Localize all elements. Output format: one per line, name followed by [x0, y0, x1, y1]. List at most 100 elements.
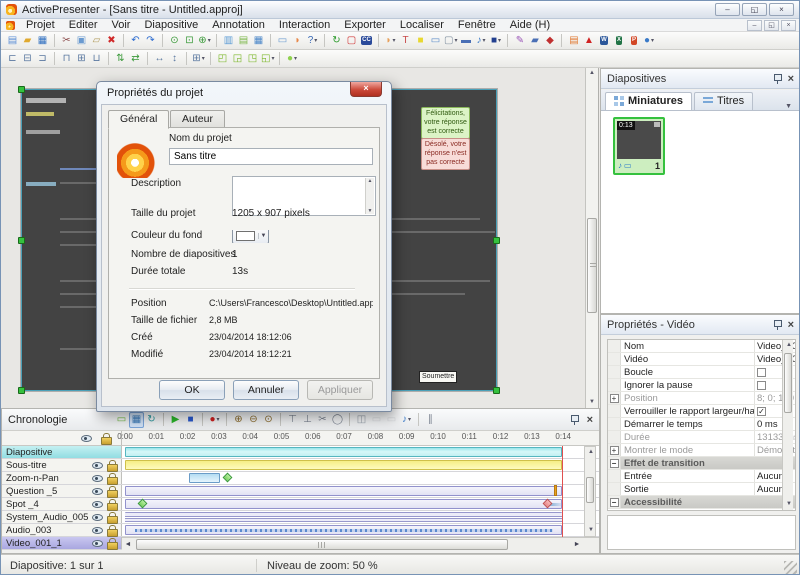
expander-icon[interactable]: +	[609, 445, 619, 455]
save-project-button[interactable]: ▦	[35, 33, 50, 49]
quality-button[interactable]: ● ▾	[284, 51, 299, 67]
export-powerpoint-button[interactable]: P	[626, 33, 641, 49]
timeline-marker-tick[interactable]	[553, 485, 557, 496]
align-top-button[interactable]: ⊓	[59, 51, 74, 67]
slide-style-dropdown-arrow[interactable]: ▾	[498, 37, 501, 44]
track-lane[interactable]	[122, 446, 599, 458]
pin-icon[interactable]	[773, 73, 782, 84]
timeline-object-bar[interactable]	[125, 512, 562, 523]
preview-browser-button[interactable]: ● ▾	[641, 33, 656, 49]
paste-button[interactable]: ▱	[89, 33, 104, 49]
pane-menu-arrow-icon[interactable]: ▼	[781, 103, 796, 110]
menu-fen-tre[interactable]: Fenêtre	[451, 19, 503, 31]
visibility-toggle-icon[interactable]	[92, 539, 103, 548]
lock-toggle-icon[interactable]	[107, 511, 118, 524]
visibility-toggle-icon[interactable]	[92, 461, 103, 470]
expander-icon[interactable]: −	[609, 458, 619, 468]
delete-button[interactable]: ✖	[104, 33, 119, 49]
insert-image-box-button[interactable]: ▭	[428, 33, 443, 49]
slide-preview-button[interactable]: ▭	[114, 412, 129, 428]
recapture-button[interactable]: ↻	[329, 33, 344, 49]
scroll-down-icon[interactable]: ▼	[783, 499, 795, 510]
timeline-object-bar[interactable]	[125, 460, 562, 470]
selection-handle[interactable]	[18, 86, 25, 93]
package-export-button[interactable]: ◆	[542, 33, 557, 49]
scroll-down-icon[interactable]: ▼	[585, 525, 597, 536]
split-video-button[interactable]: ∥	[423, 412, 438, 428]
same-size-dropdown-arrow[interactable]: ▾	[202, 55, 205, 62]
record-slide-button[interactable]: ▦	[251, 33, 266, 49]
insert-audio-track-button[interactable]: ♪ ▾	[399, 412, 414, 428]
insert-callout-dropdown-arrow[interactable]: ▾	[393, 37, 396, 44]
menu-aide-h[interactable]: Aide (H)	[503, 19, 557, 31]
visibility-toggle-icon[interactable]	[92, 500, 103, 509]
scroll-up-icon[interactable]: ▲	[585, 447, 597, 458]
restore-button[interactable]: ◱	[742, 3, 767, 16]
timeline-ruler[interactable]: 0:00 0:01 0:02 0:03 0:04 0:05 0:06 0:07 0:08 0:09…	[2, 431, 599, 446]
help-button[interactable]: ? ▾	[305, 33, 320, 49]
menu-annotation[interactable]: Annotation	[205, 19, 272, 31]
selection-handle[interactable]	[493, 387, 500, 394]
property-row-nom[interactable]: NomVideo_001_1	[608, 340, 795, 353]
menu-editer[interactable]: Editer	[62, 19, 105, 31]
delete-range-button[interactable]: ▭	[369, 412, 384, 428]
selection-handle[interactable]	[18, 237, 25, 244]
track-lane[interactable]	[122, 459, 599, 471]
lock-toggle-icon[interactable]	[107, 537, 118, 550]
expander-icon[interactable]: −	[609, 497, 619, 507]
undo-button[interactable]: ↶	[128, 33, 143, 49]
track-lane[interactable]	[122, 485, 599, 497]
selection-handle[interactable]	[493, 237, 500, 244]
preview-browser-dropdown-arrow[interactable]: ▾	[651, 37, 654, 44]
align-bottom-button[interactable]: ⊔	[89, 51, 104, 67]
scrollbar-thumb[interactable]	[586, 477, 594, 503]
property-row-d-marrer-le-temps[interactable]: Démarrer le temps 0 ms	[608, 418, 795, 431]
property-row-boucle[interactable]: Boucle	[608, 366, 795, 379]
expander-icon[interactable]: +	[609, 393, 619, 403]
insert-highlight-button[interactable]: ■	[413, 33, 428, 49]
menu-localiser[interactable]: Localiser	[393, 19, 451, 31]
dropdown-arrow-icon[interactable]: ▼	[258, 232, 268, 239]
annotation-pen-button[interactable]: ✎	[512, 33, 527, 49]
insert-audio-track-dropdown-arrow[interactable]: ▾	[408, 416, 411, 423]
play-button[interactable]: ▶	[168, 412, 183, 428]
insert-selection-dropdown-arrow[interactable]: ▾	[454, 37, 457, 44]
scrollbar-thumb[interactable]	[587, 218, 597, 313]
property-row-verrouiller-le-rapport-largeur-hauteur[interactable]: Verrouiller le rapport largeur/hauteur✓	[608, 405, 795, 418]
close-icon[interactable]: ×	[788, 73, 794, 84]
insert-callout-button[interactable]: ◗ ▾	[383, 33, 398, 49]
property-row-position[interactable]: + Position 8; 0; 120	[608, 392, 795, 405]
copy-button[interactable]: ▣	[74, 33, 89, 49]
insert-video-button[interactable]: ▬	[458, 33, 473, 49]
project-name-input[interactable]	[169, 148, 373, 165]
timeline-horizontal-scrollbar[interactable]: ◄ ►	[122, 537, 599, 550]
insert-caption-button[interactable]: ⊤	[285, 412, 300, 428]
storyboard-view-button[interactable]: ▰	[527, 33, 542, 49]
insert-image-button[interactable]: ▭	[275, 33, 290, 49]
zoom-out-button[interactable]: ⊖	[246, 412, 261, 428]
scroll-up-icon[interactable]: ▲	[783, 340, 795, 351]
insert-comment-button[interactable]: ◗	[290, 33, 305, 49]
lock-toggle-icon[interactable]	[107, 524, 118, 537]
feedback-incorrect-callout[interactable]: Désolé, votre réponse n'est pas correcte	[421, 138, 470, 171]
duplicate-slide-button[interactable]: ▤	[236, 33, 251, 49]
send-backward-button[interactable]: ◱ ▾	[260, 51, 275, 67]
insert-audio-dropdown-arrow[interactable]: ▾	[482, 37, 485, 44]
insert-selection-button[interactable]: ▢ ▾	[443, 33, 458, 49]
property-row-ignorer-la-pause[interactable]: Ignorer la pause	[608, 379, 795, 392]
background-color-dropdown[interactable]: ▼	[232, 230, 269, 243]
stop-button[interactable]: ■	[183, 412, 198, 428]
timeline-object-bar[interactable]	[125, 447, 562, 457]
record-narration-dropdown-arrow[interactable]: ▾	[217, 416, 220, 423]
export-pdf-button[interactable]: ▲	[581, 33, 596, 49]
timeline-keyframe-diamond[interactable]	[222, 472, 233, 483]
propgrid-scrollbar[interactable]: ▲ ▼	[782, 340, 793, 510]
pin-icon[interactable]	[773, 319, 782, 330]
property-row-montrer-le-mode[interactable]: +Montrer le modeDémonstration	[608, 444, 795, 457]
property-row-entr-e[interactable]: Entrée Aucun	[608, 470, 795, 483]
record-narration-button[interactable]: ● ▾	[207, 412, 222, 428]
zoom-in-button[interactable]: ⊕	[231, 412, 246, 428]
cancel-button[interactable]: Annuler	[233, 380, 299, 400]
same-height-button[interactable]: ↕	[167, 51, 182, 67]
timeline-object-bar[interactable]	[125, 486, 562, 496]
